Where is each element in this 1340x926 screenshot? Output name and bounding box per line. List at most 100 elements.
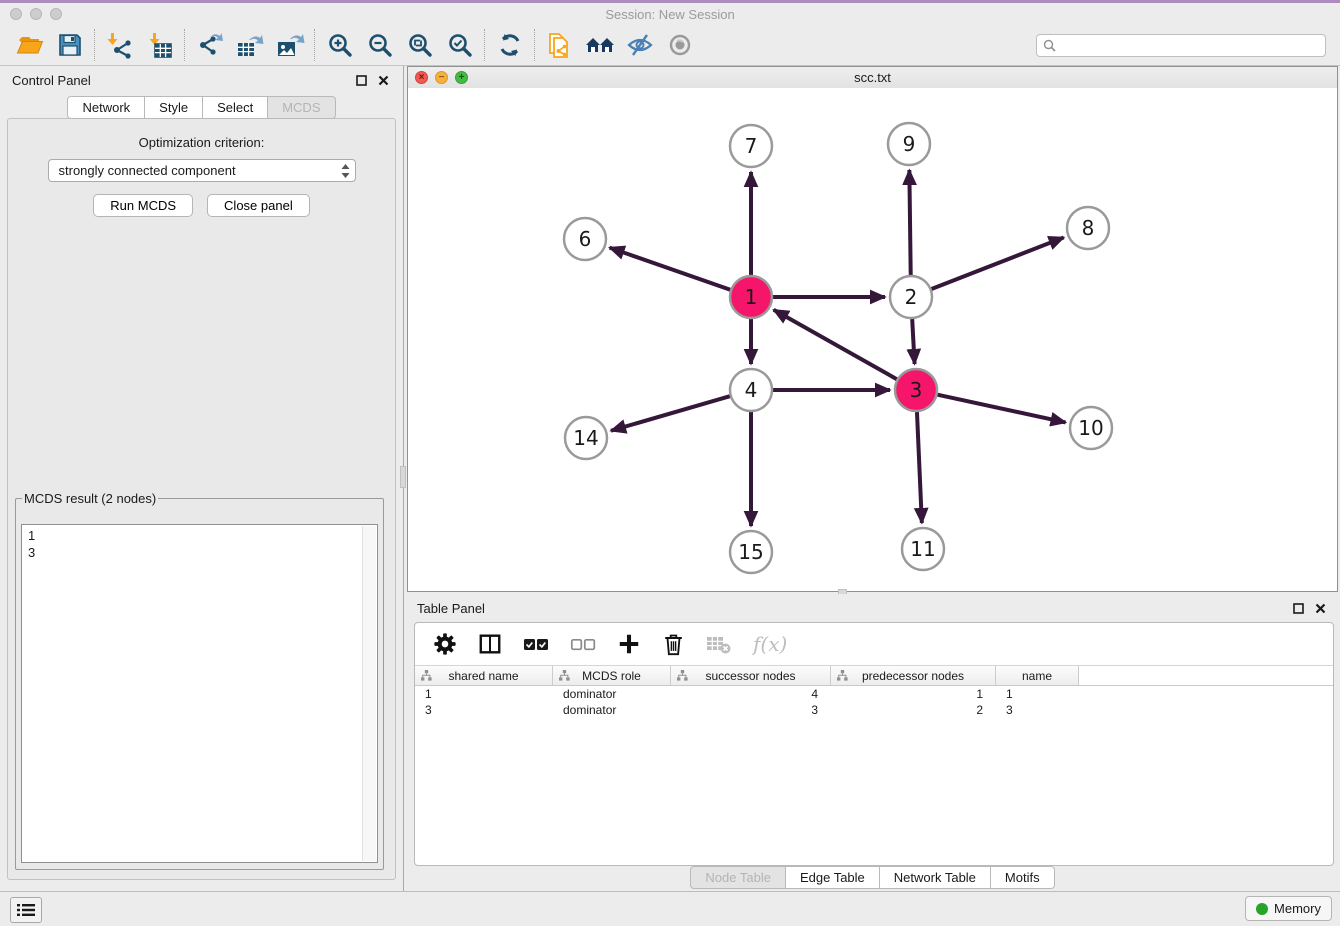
refresh-button[interactable] bbox=[490, 28, 530, 62]
function-builder-button[interactable]: f(x) bbox=[753, 632, 787, 656]
tab-network[interactable]: Network bbox=[67, 96, 145, 119]
cell-successor-nodes[interactable]: 4 bbox=[671, 687, 831, 701]
close-table-panel-button[interactable] bbox=[1312, 600, 1328, 616]
import-network-button[interactable] bbox=[100, 28, 140, 62]
clone-network-button[interactable] bbox=[540, 28, 580, 62]
memory-button[interactable]: Memory bbox=[1245, 896, 1332, 921]
save-session-button[interactable] bbox=[50, 28, 90, 62]
graph-node-8[interactable]: 8 bbox=[1067, 207, 1109, 249]
toolbar-separator bbox=[184, 29, 186, 61]
tab-node-table[interactable]: Node Table bbox=[690, 866, 786, 889]
tab-style[interactable]: Style bbox=[145, 96, 203, 119]
tab-network-table[interactable]: Network Table bbox=[880, 866, 991, 889]
mcds-result-box: MCDS result (2 nodes) 1 3 bbox=[15, 491, 384, 870]
deselect-all-button[interactable] bbox=[570, 633, 596, 655]
graph-node-14[interactable]: 14 bbox=[565, 417, 607, 459]
graph-edge-3-11[interactable] bbox=[917, 412, 922, 523]
search-input[interactable] bbox=[1060, 37, 1319, 53]
cell-successor-nodes[interactable]: 3 bbox=[671, 703, 831, 717]
graph-edge-4-14[interactable] bbox=[611, 396, 730, 431]
zoom-out-button[interactable] bbox=[360, 28, 400, 62]
cell-predecessor-nodes[interactable]: 1 bbox=[831, 687, 996, 701]
cell-name[interactable]: 1 bbox=[996, 687, 1079, 701]
column-header-name[interactable]: name bbox=[996, 666, 1079, 685]
mcds-result-text[interactable]: 1 3 bbox=[21, 524, 378, 863]
zoom-selected-button[interactable] bbox=[440, 28, 480, 62]
toolbar-separator bbox=[94, 29, 96, 61]
import-table-button[interactable] bbox=[140, 28, 180, 62]
network-close-button[interactable]: × bbox=[415, 71, 428, 84]
cell-name[interactable]: 3 bbox=[996, 703, 1079, 717]
network-window-titlebar[interactable]: × − + scc.txt bbox=[408, 67, 1337, 89]
column-header-predecessor-nodes[interactable]: predecessor nodes bbox=[831, 666, 996, 685]
table-settings-button[interactable] bbox=[433, 632, 457, 656]
select-all-button[interactable] bbox=[523, 633, 549, 655]
graph-edge-2-3[interactable] bbox=[912, 319, 914, 364]
run-mcds-button[interactable]: Run MCDS bbox=[93, 194, 193, 217]
svg-text:7: 7 bbox=[745, 134, 758, 158]
task-history-button[interactable] bbox=[10, 897, 42, 923]
hide-details-button[interactable] bbox=[620, 28, 660, 62]
graph-node-6[interactable]: 6 bbox=[564, 218, 606, 260]
export-table-button[interactable] bbox=[230, 28, 270, 62]
graph-edge-3-1[interactable] bbox=[774, 310, 897, 379]
graph-edge-2-9[interactable] bbox=[909, 170, 910, 275]
hierarchy-icon bbox=[837, 670, 848, 681]
network-minimize-button[interactable]: − bbox=[435, 71, 448, 84]
graph-node-4[interactable]: 4 bbox=[730, 369, 772, 411]
float-table-panel-button[interactable] bbox=[1290, 600, 1306, 616]
tab-edge-table[interactable]: Edge Table bbox=[786, 866, 880, 889]
cell-shared-name[interactable]: 1 bbox=[415, 687, 553, 701]
show-columns-button[interactable] bbox=[478, 632, 502, 656]
graph-edge-3-10[interactable] bbox=[937, 395, 1065, 423]
export-image-button[interactable] bbox=[270, 28, 310, 62]
column-header-shared-name[interactable]: shared name bbox=[415, 666, 553, 685]
graph-node-15[interactable]: 15 bbox=[730, 531, 772, 573]
column-header-mcds-role[interactable]: MCDS role bbox=[553, 666, 671, 685]
cell-mcds-role[interactable]: dominator bbox=[553, 687, 671, 701]
column-header-successor-nodes[interactable]: successor nodes bbox=[671, 666, 831, 685]
show-details-button[interactable] bbox=[660, 28, 700, 62]
network-maximize-button[interactable]: + bbox=[455, 71, 468, 84]
unchecked-boxes-icon bbox=[570, 633, 596, 655]
graph-node-11[interactable]: 11 bbox=[902, 528, 944, 570]
zoom-in-button[interactable] bbox=[320, 28, 360, 62]
magnifier-fit-icon bbox=[407, 32, 434, 59]
cell-shared-name[interactable]: 3 bbox=[415, 703, 553, 717]
float-panel-button[interactable] bbox=[353, 72, 369, 88]
close-panel-button[interactable] bbox=[375, 72, 391, 88]
close-mcds-panel-button[interactable]: Close panel bbox=[207, 194, 310, 217]
delete-column-button[interactable] bbox=[662, 632, 685, 656]
graph-edge-1-6[interactable] bbox=[610, 248, 731, 290]
export-network-button[interactable] bbox=[190, 28, 230, 62]
delete-table-button[interactable] bbox=[706, 633, 732, 655]
graph-node-7[interactable]: 7 bbox=[730, 125, 772, 167]
home-networks-button[interactable] bbox=[580, 28, 620, 62]
graph-node-10[interactable]: 10 bbox=[1070, 407, 1112, 449]
tab-mcds[interactable]: MCDS bbox=[268, 96, 335, 119]
graph-node-9[interactable]: 9 bbox=[888, 123, 930, 165]
cell-predecessor-nodes[interactable]: 2 bbox=[831, 703, 996, 717]
optimization-criterion-select[interactable]: strongly connected component bbox=[48, 159, 356, 182]
mcds-panel: Optimization criterion: strongly connect… bbox=[7, 118, 396, 880]
table-toolbar: f(x) bbox=[415, 623, 1333, 665]
search-field[interactable] bbox=[1036, 34, 1326, 57]
tab-select[interactable]: Select bbox=[203, 96, 268, 119]
network-canvas[interactable]: 7 9 6 8 1 2 4 3 14 10 15 11 bbox=[408, 88, 1337, 591]
node-table-container: f(x) shared name bbox=[414, 622, 1334, 866]
table-row[interactable]: 3 dominator 3 2 3 bbox=[415, 702, 1333, 718]
list-icon bbox=[17, 903, 35, 917]
graph-node-2[interactable]: 2 bbox=[890, 276, 932, 318]
table-row[interactable]: 1 dominator 4 1 1 bbox=[415, 686, 1333, 702]
tab-motifs[interactable]: Motifs bbox=[991, 866, 1055, 889]
open-file-button[interactable] bbox=[10, 28, 50, 62]
zoom-fit-button[interactable] bbox=[400, 28, 440, 62]
add-column-button[interactable] bbox=[617, 632, 641, 656]
graph-node-3[interactable]: 3 bbox=[895, 369, 937, 411]
export-table-icon bbox=[235, 31, 265, 59]
graph-node-1[interactable]: 1 bbox=[730, 276, 772, 318]
vertical-splitter-handle[interactable] bbox=[400, 466, 406, 488]
graph-edge-2-8[interactable] bbox=[931, 237, 1063, 289]
cell-mcds-role[interactable]: dominator bbox=[553, 703, 671, 717]
scrollbar-track[interactable] bbox=[362, 526, 376, 861]
